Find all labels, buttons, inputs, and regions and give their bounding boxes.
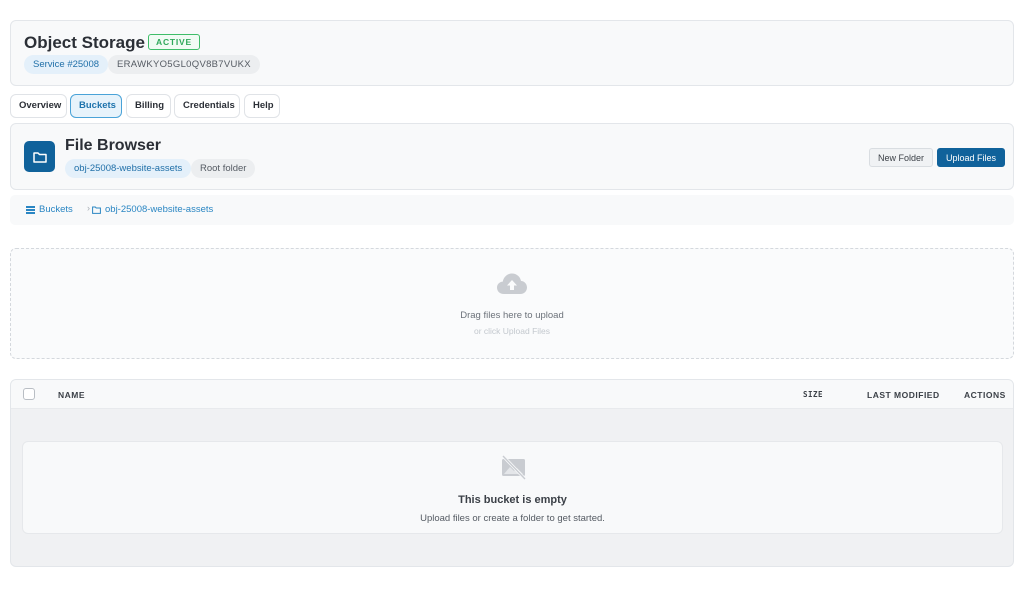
files-table: NAME SIZE LAST MODIFIED ACTIONS This buc…: [10, 379, 1014, 567]
column-name[interactable]: NAME: [58, 390, 85, 400]
no-image-icon: [501, 454, 527, 481]
column-actions: ACTIONS: [964, 390, 1006, 400]
status-badge: ACTIVE: [148, 34, 200, 50]
service-header: Object Storage ACTIVE Service #25008 ERA…: [10, 20, 1014, 86]
access-key-pill: ERAWKYO5GL0QV8B7VUKX: [108, 55, 260, 74]
tab-overview[interactable]: Overview: [10, 94, 67, 118]
new-folder-button[interactable]: New Folder: [869, 148, 934, 167]
empty-state-subtitle: Upload files or create a folder to get s…: [420, 513, 605, 524]
breadcrumb-current-label: obj-25008-website-assets: [105, 204, 214, 215]
tab-buckets[interactable]: Buckets: [70, 94, 122, 118]
file-browser-title: File Browser: [65, 137, 162, 154]
page-title: Object Storage: [24, 33, 145, 52]
empty-state-title: This bucket is empty: [458, 494, 567, 506]
tab-credentials[interactable]: Credentials: [174, 94, 240, 118]
breadcrumb: Buckets › obj-25008-website-assets: [10, 195, 1014, 225]
page: Object Storage ACTIVE Service #25008 ERA…: [0, 0, 1024, 593]
table-header: NAME SIZE LAST MODIFIED ACTIONS: [11, 380, 1013, 409]
bucket-name-pill: obj-25008-website-assets: [65, 159, 192, 178]
folder-icon: [92, 206, 101, 214]
upload-dropzone[interactable]: Drag files here to upload or click Uploa…: [10, 248, 1014, 359]
service-id-pill: Service #25008: [24, 55, 109, 74]
column-last-modified[interactable]: LAST MODIFIED: [867, 390, 940, 400]
upload-files-button[interactable]: Upload Files: [937, 148, 1006, 167]
folder-icon: [24, 141, 55, 172]
column-size[interactable]: SIZE: [803, 390, 823, 399]
breadcrumb-current-bucket[interactable]: obj-25008-website-assets: [92, 204, 213, 215]
tab-help[interactable]: Help: [244, 94, 280, 118]
breadcrumb-separator: ›: [87, 203, 90, 213]
tab-billing[interactable]: Billing: [126, 94, 171, 118]
cloud-upload-icon: [497, 273, 527, 294]
breadcrumb-buckets-label: Buckets: [39, 204, 73, 215]
location-pill: Root folder: [191, 159, 256, 178]
dropzone-text: Drag files here to upload: [460, 310, 564, 321]
list-icon: [26, 205, 35, 214]
breadcrumb-buckets[interactable]: Buckets: [26, 204, 73, 215]
select-all-checkbox[interactable]: [23, 388, 35, 400]
empty-state: This bucket is empty Upload files or cre…: [22, 441, 1003, 534]
dropzone-hint: or click Upload Files: [473, 326, 551, 336]
file-browser-header: File Browser obj-25008-website-assets Ro…: [10, 123, 1014, 190]
